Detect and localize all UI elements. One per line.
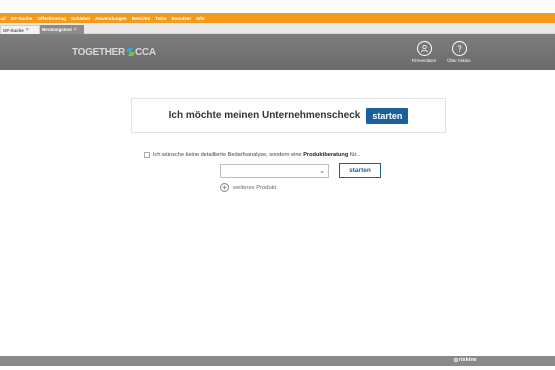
tab-label: GF-Suche [3,27,24,33]
ueber-riskine-label: Über riskine [447,58,471,63]
tab-beratungstool[interactable]: Beratungstool × [40,25,84,34]
menu-item-todo[interactable]: ToDo [155,16,166,21]
info-icon [451,41,467,56]
menu-item-benutzer[interactable]: Benutzer [172,16,192,21]
logo-mark-icon [127,48,134,56]
menu-item-gf-suche[interactable]: GF-Suche [11,16,33,21]
unternehmenscheck-text: Ich möchte meinen Unternehmenscheck [168,110,361,121]
bottom-strip [0,366,555,370]
firmendaten-button[interactable]: Firmendaten [408,41,440,63]
menu-item-anwendungen[interactable]: Anwendungen [95,16,127,21]
user-icon [416,41,432,56]
start-check-button[interactable]: starten [366,107,409,124]
produktberatung-option: Ich wünsche keine detaillierte Bedarfsan… [144,152,361,158]
menu-item-offert-antrag[interactable]: Offert/Antrag [37,16,66,21]
start-product-button[interactable]: starten [339,163,381,178]
chevron-down-icon: ⌄ [319,168,325,175]
close-icon[interactable]: × [26,27,29,33]
menu-item-berichte[interactable]: Berichte [132,16,150,21]
tab-bar: GF-Suche × Beratungstool × [0,23,555,34]
ueber-riskine-button[interactable]: Über riskine [443,41,475,63]
add-product-label[interactable]: weiteres Produkt [233,185,276,191]
unternehmenscheck-panel: Ich möchte meinen Unternehmenscheck star… [131,98,446,133]
footer-bar: riskine [0,356,555,366]
logo-text-cca: CCA [134,47,156,58]
option-text-bold: Produktberatung [303,152,349,158]
menu-item-ual[interactable]: ual [0,16,6,21]
logo: TOGETHER CCA [72,47,156,58]
riskine-logo-icon [454,358,458,362]
plus-icon[interactable]: + [220,183,229,192]
product-select[interactable]: ⌄ [220,164,329,178]
app-header: TOGETHER CCA Firmendaten Über riskine [0,34,555,70]
option-text-before: Ich wünsche keine detaillierte Bedarfsan… [153,152,302,158]
firmendaten-label: Firmendaten [411,58,437,63]
footer-brand: riskine [454,357,477,363]
produktberatung-text: Ich wünsche keine detaillierte Bedarfsan… [153,152,361,158]
menu-item-info[interactable]: Info [196,16,204,21]
add-product-row[interactable]: + weiteres Produkt [220,183,276,192]
logo-text-together: TOGETHER [72,47,125,58]
tab-label: Beratungstool [42,27,72,32]
footer-brand-text: riskine [459,357,477,363]
top-menu-bar: ual GF-Suche Offert/Antrag Schäden Anwen… [0,13,555,23]
menu-item-schaeden[interactable]: Schäden [71,16,90,21]
tab-gf-suche[interactable]: GF-Suche × [0,25,40,34]
produktberatung-checkbox[interactable] [144,152,150,158]
close-icon[interactable]: × [74,27,77,33]
option-text-after: für... [349,152,361,158]
